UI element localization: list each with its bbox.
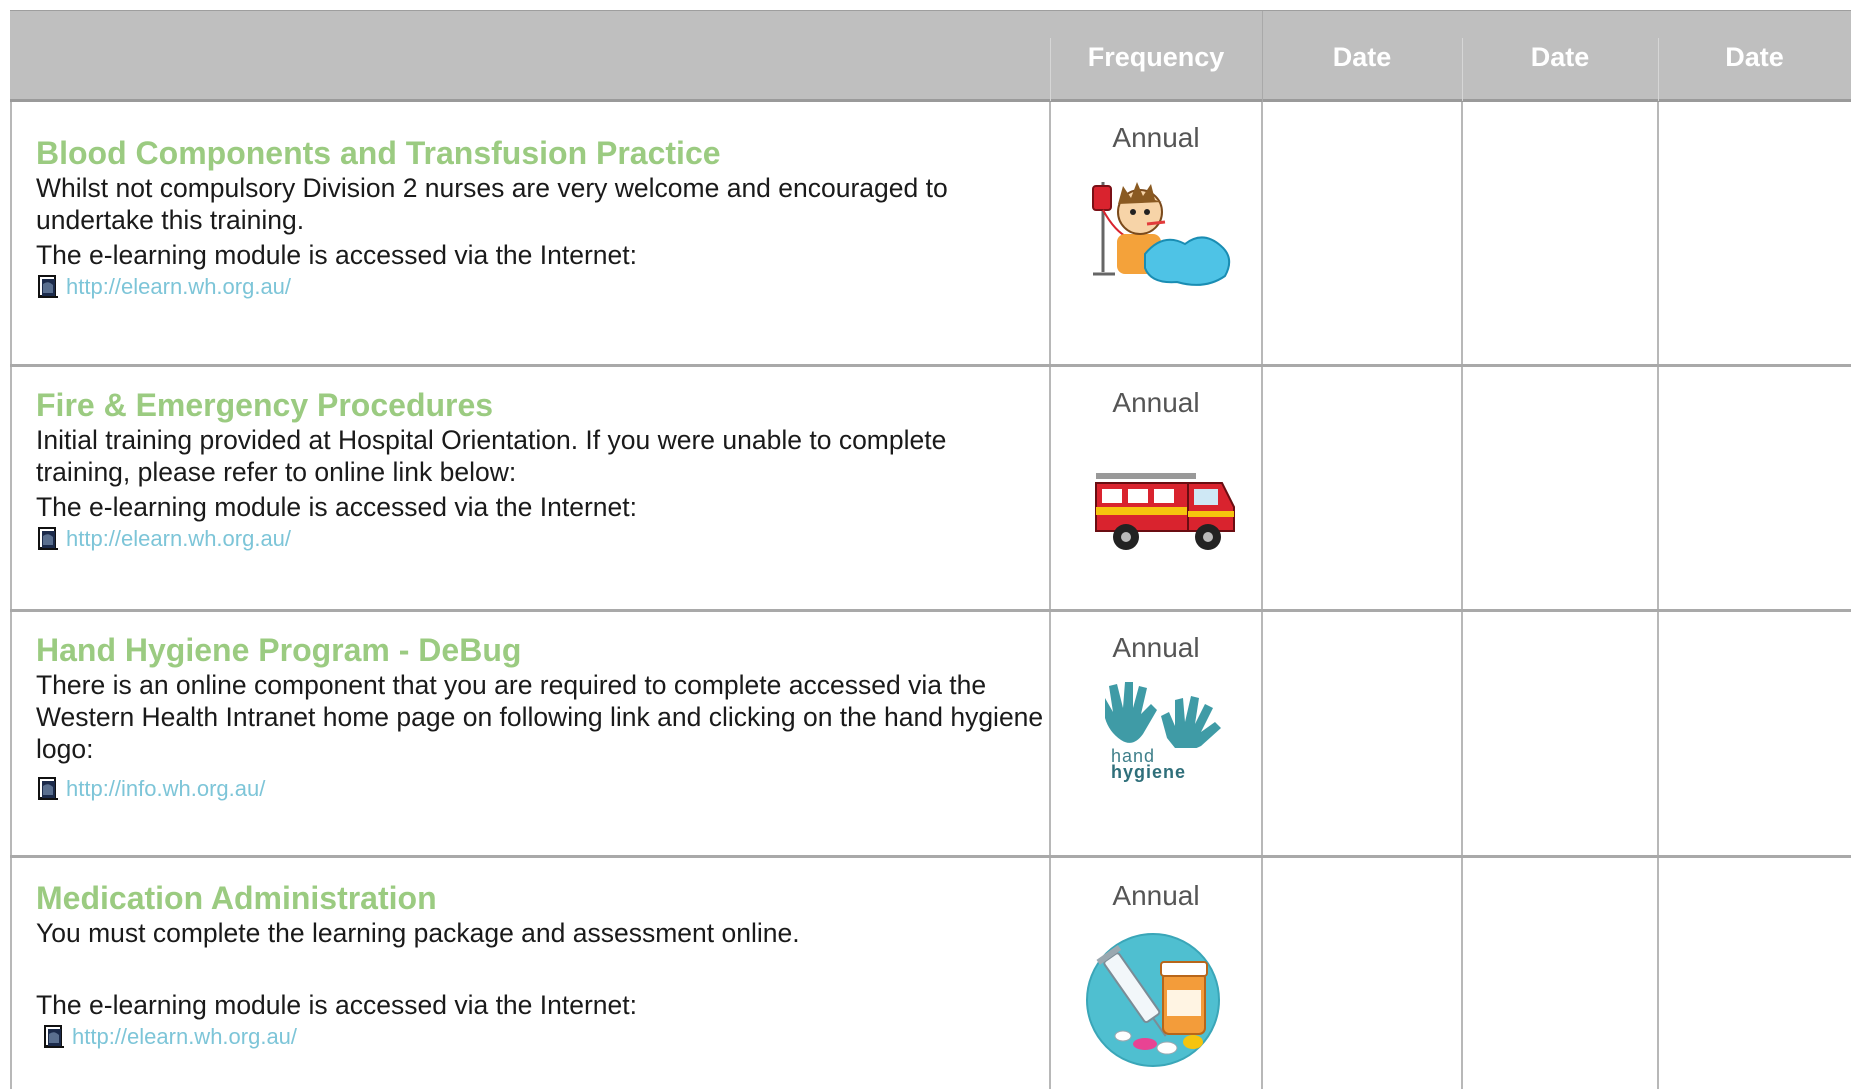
elearn-link[interactable]: http://elearn.wh.org.au/ bbox=[36, 274, 291, 300]
link-url[interactable]: http://elearn.wh.org.au/ bbox=[66, 526, 291, 552]
course-description: Whilst not compulsory Division 2 nurses … bbox=[36, 173, 948, 235]
header-date-2: Date bbox=[1530, 41, 1590, 72]
course-description: Initial training provided at Hospital Or… bbox=[36, 425, 947, 487]
access-instructions: The e-learning module is accessed via th… bbox=[36, 990, 637, 1020]
header-date-1: Date bbox=[1332, 41, 1392, 72]
header-divider bbox=[1262, 11, 1263, 103]
link-url[interactable]: http://elearn.wh.org.au/ bbox=[72, 1024, 297, 1050]
link-url[interactable]: http://info.wh.org.au/ bbox=[66, 776, 265, 802]
frequency-value: Annual bbox=[1112, 880, 1200, 911]
course-description: You must complete the learning package a… bbox=[36, 918, 800, 948]
fire-truck-icon bbox=[1095, 473, 1235, 550]
course-title: Medication Administration bbox=[36, 880, 437, 916]
frequency-value: Annual bbox=[1112, 122, 1200, 153]
access-instructions: The e-learning module is accessed via th… bbox=[36, 492, 637, 522]
table-row: Blood Components and Transfusion Practic… bbox=[10, 102, 1851, 364]
training-table: Frequency Date Date Date Blood Component… bbox=[10, 10, 1851, 1089]
document-icon bbox=[38, 777, 58, 800]
header-date-3: Date bbox=[1725, 41, 1784, 72]
header-frequency: Frequency bbox=[1087, 41, 1225, 72]
hands-icon bbox=[1105, 682, 1221, 751]
header-divider bbox=[1658, 38, 1659, 101]
elearn-link[interactable]: http://elearn.wh.org.au/ bbox=[42, 1024, 297, 1050]
logo-text-hygiene: hygiene bbox=[1111, 762, 1187, 782]
header-divider bbox=[1462, 38, 1463, 101]
table-row: Hand Hygiene Program - DeBug There is an… bbox=[10, 612, 1851, 855]
table-row: Medication Administration You must compl… bbox=[10, 858, 1851, 1089]
table-header: Frequency Date Date Date bbox=[10, 10, 1851, 103]
document-icon bbox=[38, 527, 58, 550]
course-title: Fire & Emergency Procedures bbox=[36, 387, 494, 423]
course-title: Hand Hygiene Program - DeBug bbox=[36, 632, 522, 668]
table-row: Fire & Emergency Procedures Initial trai… bbox=[10, 367, 1851, 609]
hand-hygiene-logo: hand hygiene bbox=[1095, 678, 1235, 783]
course-title: Blood Components and Transfusion Practic… bbox=[36, 135, 721, 171]
transfusion-patient-icon bbox=[1092, 182, 1231, 286]
course-description: There is an online component that you ar… bbox=[36, 670, 1044, 764]
frequency-value: Annual bbox=[1112, 632, 1200, 663]
link-url[interactable]: http://elearn.wh.org.au/ bbox=[66, 274, 291, 300]
access-instructions: The e-learning module is accessed via th… bbox=[36, 240, 637, 270]
header-divider bbox=[1050, 38, 1051, 101]
document-icon bbox=[44, 1025, 64, 1048]
intranet-link[interactable]: http://info.wh.org.au/ bbox=[36, 776, 265, 802]
frequency-value: Annual bbox=[1112, 387, 1200, 418]
elearn-link[interactable]: http://elearn.wh.org.au/ bbox=[36, 526, 291, 552]
document-icon bbox=[38, 275, 58, 298]
medication-icon bbox=[1086, 933, 1220, 1067]
